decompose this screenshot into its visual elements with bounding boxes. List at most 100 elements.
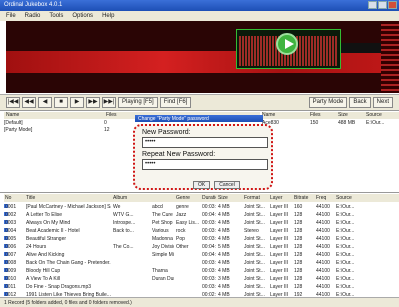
cell-format: Stereo (244, 228, 259, 234)
menu-help[interactable]: Help (102, 13, 114, 19)
first-track-button[interactable]: |◀◀ (6, 97, 20, 108)
rewind-button[interactable]: ◀◀ (22, 97, 36, 108)
col-album[interactable]: Album (113, 195, 151, 201)
menu-options[interactable]: Options (72, 13, 93, 19)
back-button[interactable]: Back (349, 97, 371, 108)
maximize-button[interactable] (378, 1, 387, 9)
folder-size: 488 MB (338, 120, 356, 126)
table-row[interactable]: 0002 A Letter To Elise WTV G... The Cure Jaz… (4, 211, 399, 219)
cell-source: E:\Our... (336, 244, 355, 250)
cell-format: Joint St... (244, 220, 265, 226)
cell-source: E:\Our... (336, 276, 355, 282)
cell-size: 4 MB (218, 228, 230, 234)
ok-button[interactable]: OK (193, 181, 211, 189)
table-row[interactable]: 0007 Alive And Kicking Simple Minds 00:04:4… (4, 251, 399, 259)
minimize-button[interactable] (368, 1, 377, 9)
party-mode-button[interactable]: Party Mode (308, 97, 348, 108)
col-size[interactable]: Size (218, 195, 232, 201)
menu-radio[interactable]: Radio (25, 13, 41, 19)
repeat-password-field[interactable]: ••••• (142, 159, 268, 170)
close-button[interactable] (388, 1, 397, 9)
cell-genre: Easy Lis... (176, 220, 200, 226)
table-row[interactable]: 0004 Beat Academic II - Hotel Back to... Va… (4, 227, 399, 235)
col-duration[interactable]: Duration (202, 195, 216, 201)
title-bar: Ordinal Jukebox 4.0.1 (0, 0, 399, 11)
password-dialog-titlebar[interactable]: Change "Party Mode" password (135, 115, 263, 122)
cell-bitrate: 128 (294, 228, 303, 234)
table-row[interactable]: 0003 Always On My Mind Introspe... Pet Shop… (4, 219, 399, 227)
cell-format: Joint St... (244, 236, 265, 242)
folder-col-files[interactable]: Files (310, 112, 338, 119)
window-controls (368, 1, 397, 9)
folder-header: Name Files Size Source (262, 112, 399, 119)
cell-layer: Layer III (270, 268, 289, 274)
menu-tools[interactable]: Tools (49, 13, 63, 19)
table-row[interactable]: 0011 Do Fine - Snap Dragons.mp3 00:03:494 … (4, 283, 399, 291)
cell-layer: Layer III (270, 276, 289, 282)
playing-button[interactable]: Playing [F5] (118, 97, 158, 108)
cell-source: E:\Our... (336, 220, 355, 226)
find-button[interactable]: Find [F6] (159, 97, 192, 108)
cell-layer: Layer III (270, 260, 289, 266)
table-header: No Title Album Genre Duration Size Forma… (4, 194, 399, 202)
table-row[interactable]: 0001 [Paul McCartney - Michael Jackson] S… (4, 203, 399, 211)
cell-layer: Layer III (270, 236, 289, 242)
cell-layer: Layer III (270, 284, 289, 290)
playlist-col-name[interactable]: Name (4, 112, 104, 119)
play-button[interactable]: ▶ (70, 97, 84, 108)
cell-freq: 44100 (316, 276, 330, 282)
folder-col-source[interactable]: Source (366, 112, 382, 119)
cell-genre: Pop (176, 236, 185, 242)
col-title[interactable]: Title (26, 195, 111, 201)
col-no[interactable]: No (5, 195, 25, 201)
dialog-buttons: OK Cancel (193, 181, 240, 189)
cell-title: 24 Hours (26, 244, 47, 250)
col-layer[interactable]: Layer (270, 195, 292, 201)
cell-duration: 00:04:36 (202, 212, 216, 218)
col-bitrate[interactable]: Bitrate (294, 195, 314, 201)
volume-meter[interactable] (381, 21, 399, 93)
cell-format: Joint St... (244, 212, 265, 218)
cell-title: Always On My Mind (26, 220, 71, 226)
cell-duration: 00:03:35 (202, 276, 216, 282)
folder-col-name[interactable]: Name (262, 112, 310, 119)
table-row[interactable]: 0006 24 Hours The Co... Joy DivisionOther 00… (4, 243, 399, 251)
folder-col-size[interactable]: Size (338, 112, 366, 119)
cell-duration: 00:03:53 (202, 268, 216, 274)
cell-source: E:\Our... (336, 252, 355, 258)
cell-duration: 00:03:52 (202, 260, 216, 266)
col-format[interactable]: Format (244, 195, 270, 201)
table-row[interactable]: 0009 Bloody Hill Cup Tharna 00:03:534 MB Joi… (4, 267, 399, 275)
table-row[interactable]: 0008 Back On The Chain Gang - Pretender..… (4, 259, 399, 267)
cell-bitrate: 128 (294, 268, 303, 274)
menu-file[interactable]: File (6, 13, 16, 19)
folder-row[interactable]: Ace830 150 488 MB E:\Our... (262, 120, 399, 127)
table-row[interactable]: 0010 A View To A Kill Duran Duran 00:03:353… (4, 275, 399, 283)
cell-source: E:\Our... (336, 284, 355, 290)
visualizer (6, 21, 399, 93)
play-icon[interactable] (276, 33, 298, 55)
table-row[interactable]: 0005 Beautiful Stranger MadonnaPop 00:03:59… (4, 235, 399, 243)
col-source[interactable]: Source (336, 195, 396, 201)
cell-title: Beautiful Stranger (26, 236, 67, 242)
status-bar: 1 Record (5 folders added, 0 files and 0… (0, 297, 399, 307)
cancel-button[interactable]: Cancel (214, 181, 240, 189)
forward-button[interactable]: ▶▶ (86, 97, 100, 108)
cell-bitrate: 128 (294, 244, 303, 250)
playlist-col-files[interactable]: Files (104, 112, 119, 119)
cell-no: 0010 (5, 276, 17, 282)
cell-bitrate: 128 (294, 236, 303, 242)
cell-size: 4 MB (218, 212, 230, 218)
previous-button[interactable]: ◀ (38, 97, 52, 108)
cell-source: E:\Our... (336, 268, 355, 274)
cell-format: Joint St... (244, 268, 265, 274)
cell-no: 0009 (5, 268, 17, 274)
col-freq[interactable]: Freq (316, 195, 332, 201)
status-text: 1 Record (5 folders added, 0 files and 0… (4, 300, 132, 306)
cell-title: [Paul McCartney - Michael Jackson] Sa... (26, 204, 111, 210)
next-button[interactable]: Next (372, 97, 393, 108)
stop-button[interactable]: ■ (54, 97, 68, 108)
col-genre[interactable]: Genre (176, 195, 200, 201)
new-password-field[interactable]: ••••• (142, 137, 268, 148)
last-track-button[interactable]: ▶▶| (102, 97, 116, 108)
